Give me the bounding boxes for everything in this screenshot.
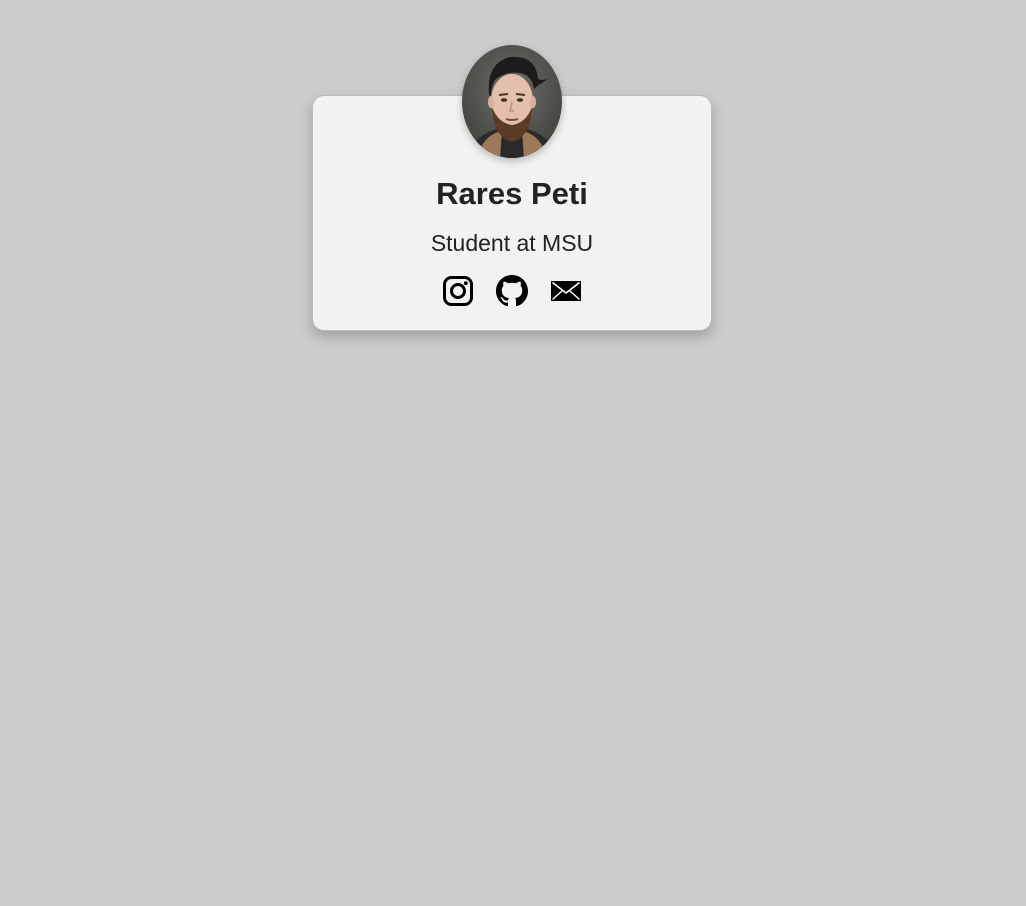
mail-icon	[550, 279, 582, 303]
github-link[interactable]	[496, 275, 528, 307]
instagram-icon	[442, 275, 474, 307]
mail-link[interactable]	[550, 275, 582, 307]
profile-name: Rares Peti	[436, 176, 588, 211]
social-links	[312, 275, 712, 309]
profile-subtitle: Student at MSU	[430, 230, 594, 256]
avatar	[462, 45, 562, 158]
page: Rares Peti Student at MSU	[0, 0, 1026, 906]
github-icon	[496, 275, 528, 307]
instagram-link[interactable]	[442, 275, 474, 307]
